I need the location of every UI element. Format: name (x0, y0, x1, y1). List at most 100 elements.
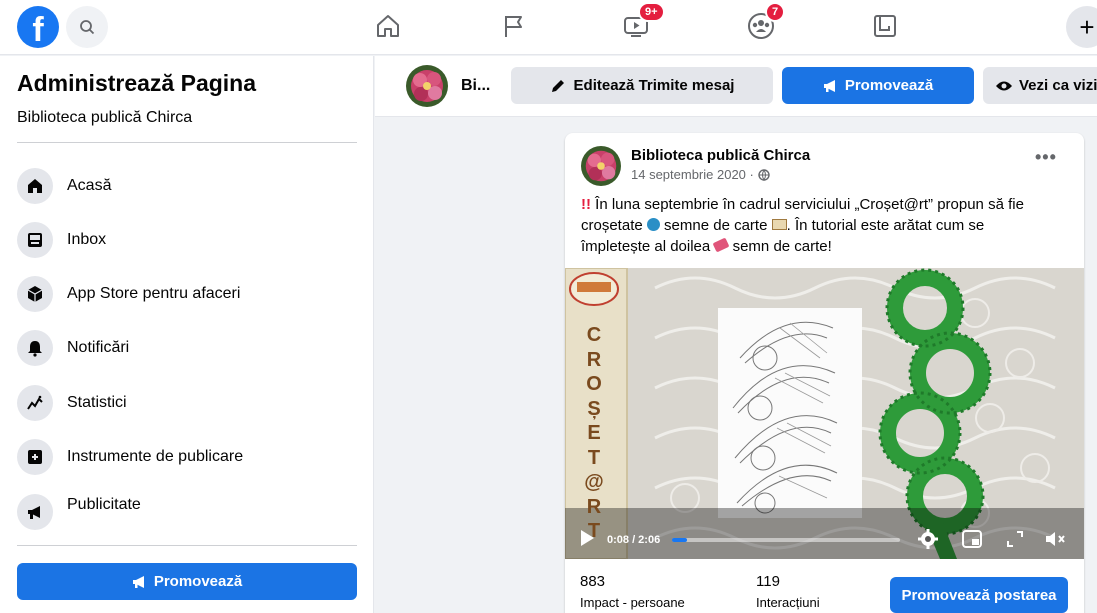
post-author-avatar[interactable] (581, 146, 621, 186)
sidebar-item-label: Instrumente de publicare (67, 448, 244, 465)
sidebar-divider (17, 545, 357, 546)
title-letter: R (586, 348, 602, 371)
sidebar-promote-label: Promovează (153, 573, 243, 590)
promote-button[interactable]: Promovează (782, 67, 974, 104)
publishing-tools-icon (28, 450, 42, 464)
sidebar-item-label: Publicitate (67, 496, 141, 513)
post-date-text[interactable]: 14 septembrie 2020 · (631, 167, 754, 182)
book-emoji-icon (771, 219, 787, 230)
megaphone-icon (132, 575, 144, 588)
post-options-button[interactable]: ••• (1035, 147, 1057, 168)
logo-letter: f (32, 11, 44, 48)
cube-icon (27, 286, 43, 302)
megaphone-icon (823, 79, 835, 92)
fullscreen-icon[interactable] (1006, 530, 1024, 548)
title-letter: C (586, 324, 602, 346)
post-author-name[interactable]: Biblioteca publică Chirca (631, 147, 810, 164)
manage-page-sidebar: Administrează Pagina Biblioteca publică … (0, 56, 374, 613)
search-icon (80, 20, 95, 35)
title-letter: T (587, 446, 601, 469)
groups-badge: 7 (765, 2, 786, 22)
top-navigation-bar: f 9+ 7 + (0, 0, 1097, 55)
flag-icon (505, 16, 522, 37)
double-exclamation-icon: !! (581, 196, 591, 213)
plus-icon: + (1079, 11, 1095, 42)
view-label: Vezi ca vizit (1019, 77, 1097, 94)
post-text-line: croșetate semne de carte . În tutorial e… (581, 215, 1071, 236)
post-text-fragment: În luna septembrie în cadrul serviciului… (595, 196, 1024, 213)
globe-icon (758, 168, 770, 181)
home-icon (377, 15, 399, 37)
sidebar-item-notifications[interactable]: Notificări (17, 326, 357, 370)
page-avatar[interactable] (406, 65, 448, 107)
view-as-visitor-button[interactable]: Vezi ca vizit (983, 67, 1097, 104)
nav-gaming[interactable] (869, 8, 901, 44)
nav-home[interactable] (372, 8, 404, 44)
settings-gear-icon[interactable] (918, 529, 938, 549)
edit-label: Editează Trimite mesaj (573, 77, 735, 94)
engagement-value: 119 (756, 573, 780, 590)
edit-send-message-button[interactable]: Editează Trimite mesaj (511, 67, 773, 104)
sidebar-item-label: Statistici (67, 394, 127, 411)
create-button[interactable]: + (1066, 6, 1097, 48)
nav-watch[interactable]: 9+ (620, 2, 665, 44)
flower-avatar-image (581, 146, 621, 186)
engagement-label: Interacțiuni (756, 595, 820, 610)
sidebar-item-advertising[interactable]: Publicitate (17, 483, 357, 530)
picture-in-picture-icon[interactable] (962, 530, 982, 548)
bell-icon (28, 341, 42, 357)
post-text-fragment: . În tutorial este arătat cum se (786, 217, 985, 234)
sidebar-promote-button[interactable]: Promovează (17, 563, 357, 600)
video-vertical-title: C R O Ș E T @ R T (579, 323, 609, 544)
video-progress-bar[interactable] (672, 538, 900, 542)
post-text-fragment: semne de carte (664, 217, 768, 234)
megaphone-icon (28, 506, 40, 519)
title-letter: O (586, 373, 602, 395)
sidebar-item-insights[interactable]: Statistici (17, 381, 357, 425)
post-text-fragment: împletește al doilea (581, 238, 711, 255)
title-letter: E (587, 422, 601, 444)
sidebar-item-home[interactable]: Acasă (17, 164, 357, 208)
eye-icon (996, 81, 1012, 90)
facebook-logo[interactable]: f (17, 6, 59, 48)
inbox-icon (28, 233, 42, 247)
more-dots-icon: ••• (1035, 147, 1057, 167)
boost-post-label: Promovează postarea (901, 586, 1057, 604)
post-text: !! În luna septembrie în cadrul serviciu… (581, 194, 1071, 257)
play-icon[interactable] (579, 529, 595, 547)
page-short-name[interactable]: Bi... (461, 77, 490, 95)
watch-badge: 9+ (638, 2, 665, 22)
sidebar-item-label: Inbox (67, 231, 107, 248)
pencil-icon (551, 79, 564, 92)
nav-pages[interactable] (497, 8, 529, 44)
reach-value: 883 (580, 573, 606, 590)
post-text-line: împletește al doilea semn de carte! (581, 236, 1071, 257)
sidebar-item-publishing-tools[interactable]: Instrumente de publicare (17, 435, 357, 479)
video-progress-fill (672, 538, 687, 542)
reach-label: Impact - persoane (580, 595, 685, 610)
video-frame-image (565, 268, 1084, 559)
title-letter: @ (584, 471, 604, 493)
flower-avatar-image (406, 65, 448, 107)
globe-emoji-icon (646, 218, 660, 231)
page-header-bar: Bi... Editează Trimite mesaj Promovează … (375, 56, 1097, 117)
sidebar-item-inbox[interactable]: Inbox (17, 218, 357, 262)
ribbon-emoji-icon (712, 237, 730, 253)
boost-post-button[interactable]: Promovează postarea (890, 577, 1068, 613)
post-text-fragment: croșetate (581, 217, 643, 234)
post-text-fragment: semn de carte! (732, 238, 832, 255)
post-video[interactable]: C R O Ș E T @ R T 0:08 / 2:06 (565, 268, 1084, 559)
sidebar-item-label: Acasă (67, 177, 112, 194)
promote-label: Promovează (844, 77, 934, 94)
post-date: 14 septembrie 2020 · (631, 167, 770, 182)
search-button[interactable] (66, 6, 108, 48)
sidebar-item-label: Notificări (67, 339, 130, 356)
gaming-icon (874, 15, 896, 37)
nav-groups[interactable]: 7 (745, 2, 786, 44)
sidebar-item-label: App Store pentru afaceri (67, 285, 241, 302)
sidebar-item-app-store[interactable]: App Store pentru afaceri (17, 272, 357, 316)
title-letter: R (586, 495, 602, 518)
sidebar-page-name[interactable]: Biblioteca publică Chirca (17, 109, 192, 127)
post-card: Biblioteca publică Chirca 14 septembrie … (565, 133, 1084, 613)
muted-volume-icon[interactable] (1044, 530, 1066, 548)
